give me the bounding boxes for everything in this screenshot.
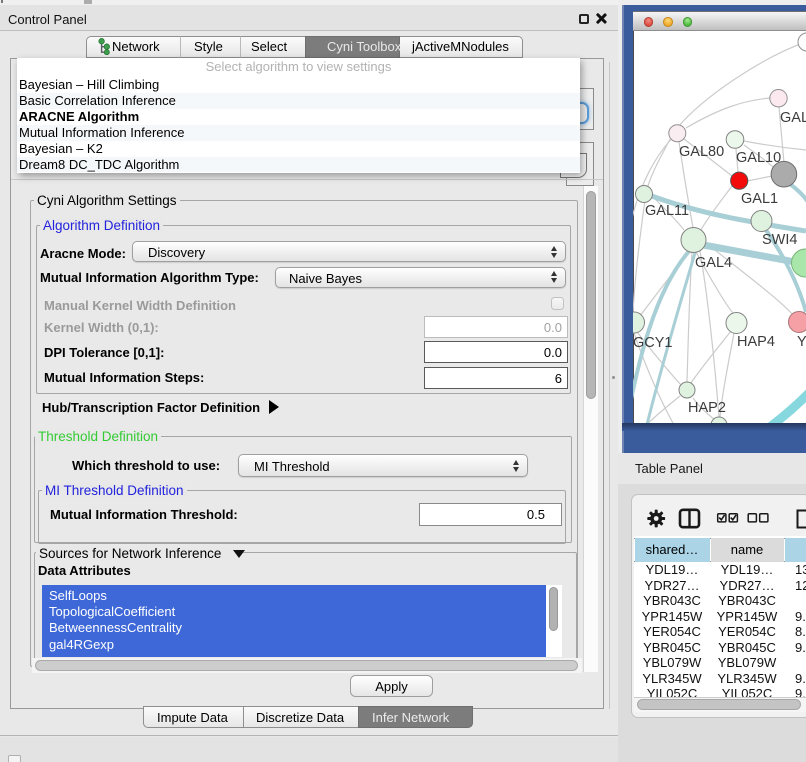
svg-text:GAL4: GAL4 bbox=[695, 255, 732, 271]
svg-text:GAL1: GAL1 bbox=[741, 191, 778, 207]
svg-text:GAL10: GAL10 bbox=[736, 150, 781, 166]
svg-text:GAL8: GAL8 bbox=[780, 110, 806, 126]
svg-text:HAP4: HAP4 bbox=[737, 334, 775, 350]
svg-text:GCY1: GCY1 bbox=[633, 335, 673, 351]
svg-text:GAL11: GAL11 bbox=[645, 203, 689, 219]
svg-text:HAP2: HAP2 bbox=[688, 400, 726, 416]
svg-text:GAL80: GAL80 bbox=[679, 144, 724, 160]
svg-text:SWI4: SWI4 bbox=[762, 232, 797, 248]
svg-text:Y: Y bbox=[797, 334, 806, 350]
